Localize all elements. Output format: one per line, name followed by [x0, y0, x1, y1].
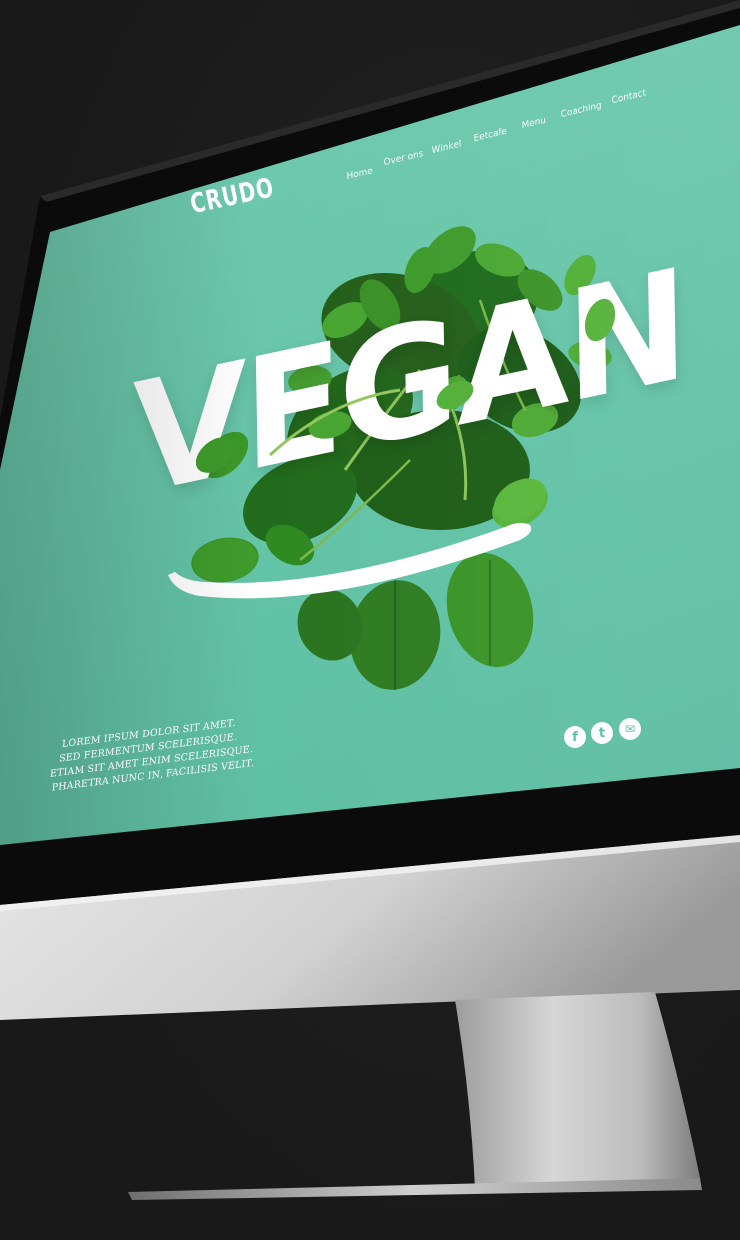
email-icon[interactable]: ✉	[619, 718, 641, 740]
twitter-icon[interactable]: t	[591, 722, 613, 744]
twitter-glyph: t	[598, 725, 606, 741]
facebook-glyph: f	[572, 729, 578, 745]
facebook-icon[interactable]: f	[564, 726, 586, 748]
foreground-leaves	[168, 298, 616, 599]
scene: VEGAN CRUDO Home Over ons Winkel Eetcafe…	[0, 0, 740, 1240]
email-glyph: ✉	[624, 722, 636, 736]
